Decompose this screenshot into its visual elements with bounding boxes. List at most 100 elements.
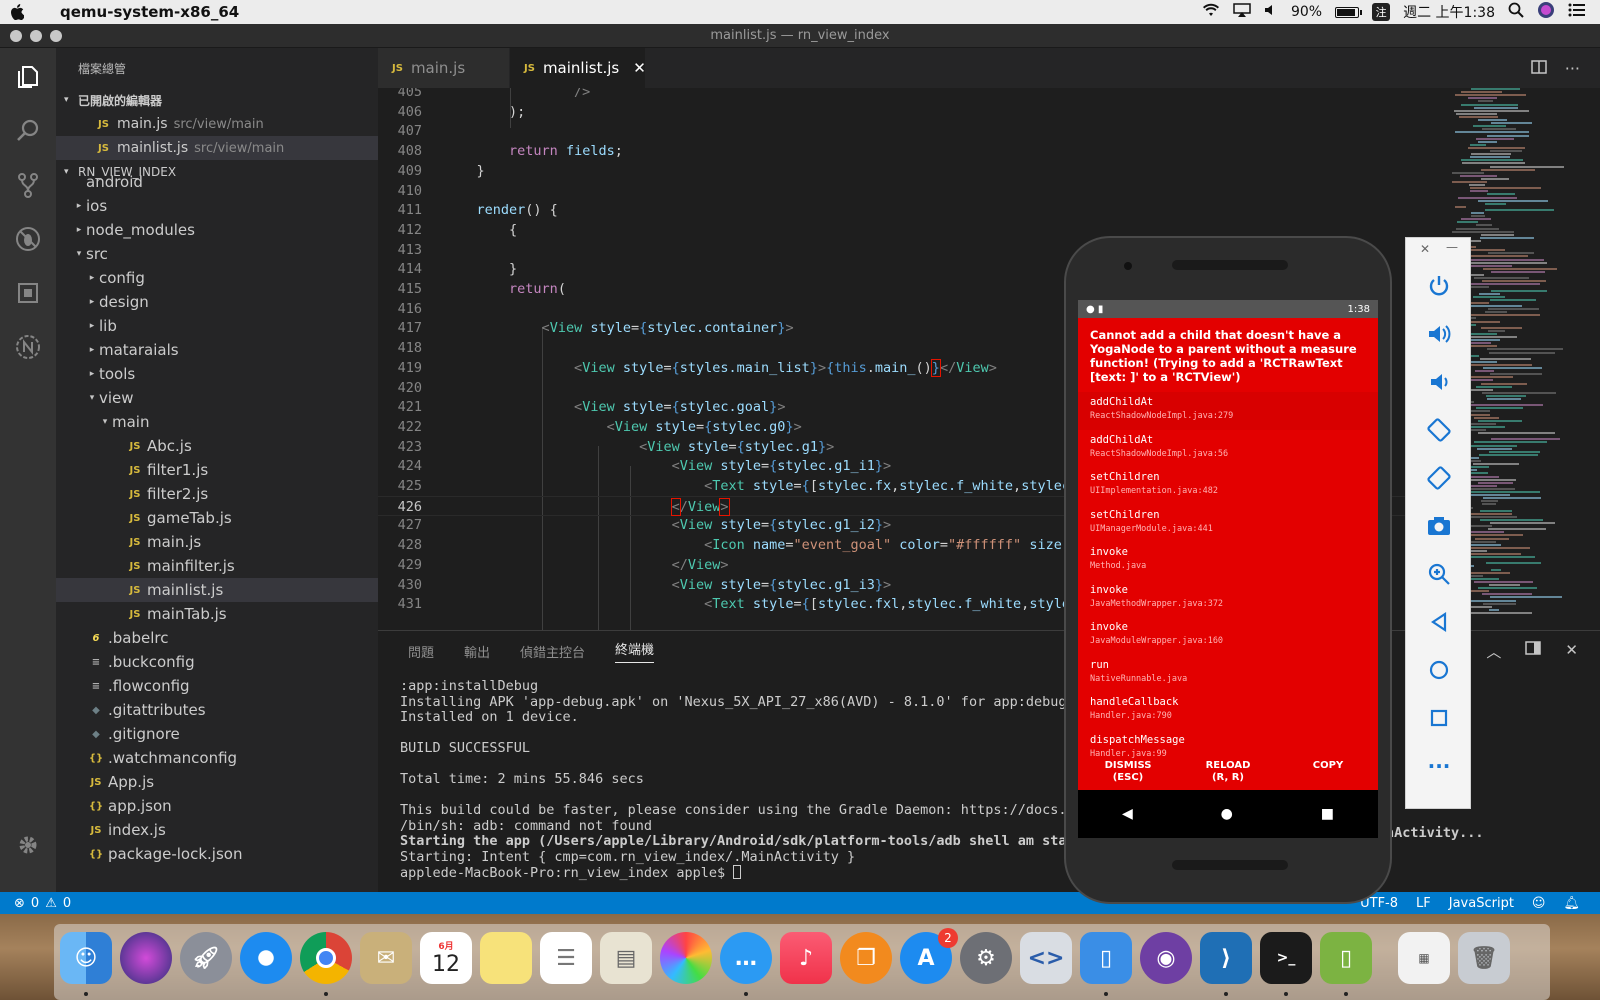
zoom-icon[interactable]	[1406, 550, 1472, 598]
tree-item[interactable]: JS App.js	[56, 770, 378, 794]
chrome-icon[interactable]	[300, 932, 352, 984]
tab-problems[interactable]: 問題	[408, 642, 434, 661]
tree-item[interactable]: ▸ ios	[56, 194, 378, 218]
stack-trace[interactable]: addChildAt ReactShadowNodeImpl.java:279 ad…	[1078, 392, 1378, 767]
tree-item[interactable]: ▸ tools	[56, 362, 378, 386]
screenshot-camera-icon[interactable]	[1406, 502, 1472, 550]
tree-item[interactable]: JS mainlist.js	[56, 578, 378, 602]
stack-frame[interactable]: addChildAt ReactShadowNodeImpl.java:279	[1078, 392, 1378, 430]
close-emulator-icon[interactable]: ✕	[1420, 242, 1430, 256]
tree-item[interactable]: 6 .babelrc	[56, 626, 378, 650]
tree-item[interactable]: JS mainTab.js	[56, 602, 378, 626]
android-emulator-icon[interactable]: ▯	[1320, 932, 1372, 984]
code-line[interactable]: 409 }	[378, 161, 1448, 181]
minimize-window-button[interactable]	[30, 29, 42, 42]
home-icon[interactable]	[1406, 646, 1472, 694]
tab-mainlist-js[interactable]: JS mainlist.js ✕	[510, 48, 646, 88]
nav-recents-icon[interactable]: ■	[1321, 806, 1334, 822]
tree-item[interactable]: android	[56, 170, 378, 194]
minimize-emulator-icon[interactable]: —	[1446, 240, 1458, 254]
search-icon[interactable]	[0, 106, 56, 156]
terminal-icon[interactable]: >_	[1260, 932, 1312, 984]
tree-item[interactable]: ▾ main	[56, 410, 378, 434]
phone-screen[interactable]: ● ▮ 1:38 Cannot add a child that doesn't…	[1078, 300, 1378, 838]
tree-item[interactable]: JS mainfilter.js	[56, 554, 378, 578]
open-editors-header[interactable]: ▾ 已開啟的編輯器	[56, 88, 378, 112]
notes-icon[interactable]	[480, 932, 532, 984]
launchpad-icon[interactable]: 🚀︎	[180, 932, 232, 984]
tree-item[interactable]: JS index.js	[56, 818, 378, 842]
battery-icon[interactable]	[1335, 6, 1363, 18]
nav-back-icon[interactable]: ◀	[1122, 806, 1133, 822]
code-line[interactable]: 405 />	[378, 88, 1448, 102]
language-mode[interactable]: JavaScript	[1449, 896, 1514, 911]
stack-frame[interactable]: setChildren UIImplementation.java:482	[1078, 467, 1378, 505]
apple-menu-icon[interactable]	[0, 0, 34, 24]
tree-item[interactable]: ▸ mataraials	[56, 338, 378, 362]
stack-frame[interactable]: run NativeRunnable.java	[1078, 655, 1378, 693]
tree-item[interactable]: {} package-lock.json	[56, 842, 378, 866]
stack-frame[interactable]: handleCallback Handler.java:790	[1078, 692, 1378, 730]
photos-icon[interactable]	[660, 932, 712, 984]
tree-item[interactable]: ▾ src	[56, 242, 378, 266]
downloads-stack-icon[interactable]: ▦	[1398, 932, 1450, 984]
safari-icon[interactable]	[240, 932, 292, 984]
tree-item[interactable]: ▾ view	[56, 386, 378, 410]
overview-icon[interactable]	[1406, 694, 1472, 742]
siri-icon[interactable]	[120, 932, 172, 984]
power-icon[interactable]	[1406, 262, 1472, 310]
volume-up-icon[interactable]	[1406, 310, 1472, 358]
battery-percent[interactable]: 90%	[1291, 4, 1322, 20]
code-line[interactable]: 406 );	[378, 102, 1448, 122]
reminders-icon[interactable]: ☰	[540, 932, 592, 984]
tree-item[interactable]: ▸ design	[56, 290, 378, 314]
app-name[interactable]: qemu-system-x86_64	[60, 3, 239, 21]
code-line[interactable]: 410	[378, 181, 1448, 201]
explorer-icon[interactable]	[0, 52, 56, 102]
mail-icon[interactable]: ✉	[360, 932, 412, 984]
tree-item[interactable]: JS Abc.js	[56, 434, 378, 458]
terminal-output[interactable]: :app:installDebug Installing APK 'app-deb…	[400, 678, 1099, 881]
airplay-icon[interactable]	[1233, 3, 1251, 21]
stack-frame[interactable]: invoke JavaModuleWrapper.java:160	[1078, 617, 1378, 655]
stack-frame[interactable]: setChildren UIManagerModule.java:441	[1078, 505, 1378, 543]
github-desktop-icon[interactable]: ◉	[1140, 932, 1192, 984]
volume-down-icon[interactable]	[1406, 358, 1472, 406]
eol-selector[interactable]: LF	[1416, 896, 1431, 911]
messages-icon[interactable]: …	[720, 932, 772, 984]
more-options-icon[interactable]: ···	[1406, 742, 1472, 790]
tab-terminal[interactable]: 終端機	[615, 639, 655, 663]
panel-layout-icon[interactable]	[1525, 641, 1542, 662]
tree-item[interactable]: ≡ .flowconfig	[56, 674, 378, 698]
tree-item[interactable]: ≡ .buckconfig	[56, 650, 378, 674]
reload-button[interactable]: RELOAD (R, R)	[1178, 760, 1278, 790]
open-editor-mainlist-js[interactable]: JS mainlist.js src/view/main	[56, 136, 378, 160]
close-window-button[interactable]	[10, 29, 22, 42]
system-preferences-icon[interactable]: ⚙	[960, 932, 1012, 984]
preview-icon[interactable]: ▤	[600, 932, 652, 984]
code-line[interactable]: 408 return fields;	[378, 141, 1448, 161]
tab-debug-console[interactable]: 偵錯主控台	[520, 642, 585, 661]
nativescript-icon[interactable]	[0, 322, 56, 372]
tree-item[interactable]: ▸ config	[56, 266, 378, 290]
more-actions-icon[interactable]: ···	[1565, 59, 1580, 78]
stack-frame[interactable]: invoke Method.java	[1078, 542, 1378, 580]
close-tab-icon[interactable]: ✕	[633, 59, 646, 77]
notification-center-icon[interactable]	[1568, 3, 1586, 21]
ibooks-icon[interactable]: ❐	[840, 932, 892, 984]
simulator-icon[interactable]: ▯	[1080, 932, 1132, 984]
problems-indicator[interactable]: ⊗ 0 ⚠ 0	[0, 896, 71, 911]
spotlight-icon[interactable]	[1508, 2, 1524, 22]
tree-item[interactable]: ◆ .gitignore	[56, 722, 378, 746]
tree-item[interactable]: {} app.json	[56, 794, 378, 818]
tree-item[interactable]: JS filter2.js	[56, 482, 378, 506]
tree-item[interactable]: ◆ .gitattributes	[56, 698, 378, 722]
tree-item[interactable]: JS main.js	[56, 530, 378, 554]
maximize-panel-icon[interactable]: ︿	[1486, 641, 1501, 662]
tree-item[interactable]: ▸ lib	[56, 314, 378, 338]
back-icon[interactable]	[1406, 598, 1472, 646]
feedback-smiley-icon[interactable]: ☺	[1532, 896, 1546, 911]
rotate-right-icon[interactable]	[1406, 454, 1472, 502]
stack-frame[interactable]: addChildAt ReactShadowNodeImpl.java:56	[1078, 430, 1378, 468]
clock[interactable]: 週二 上午1:38	[1403, 2, 1495, 22]
